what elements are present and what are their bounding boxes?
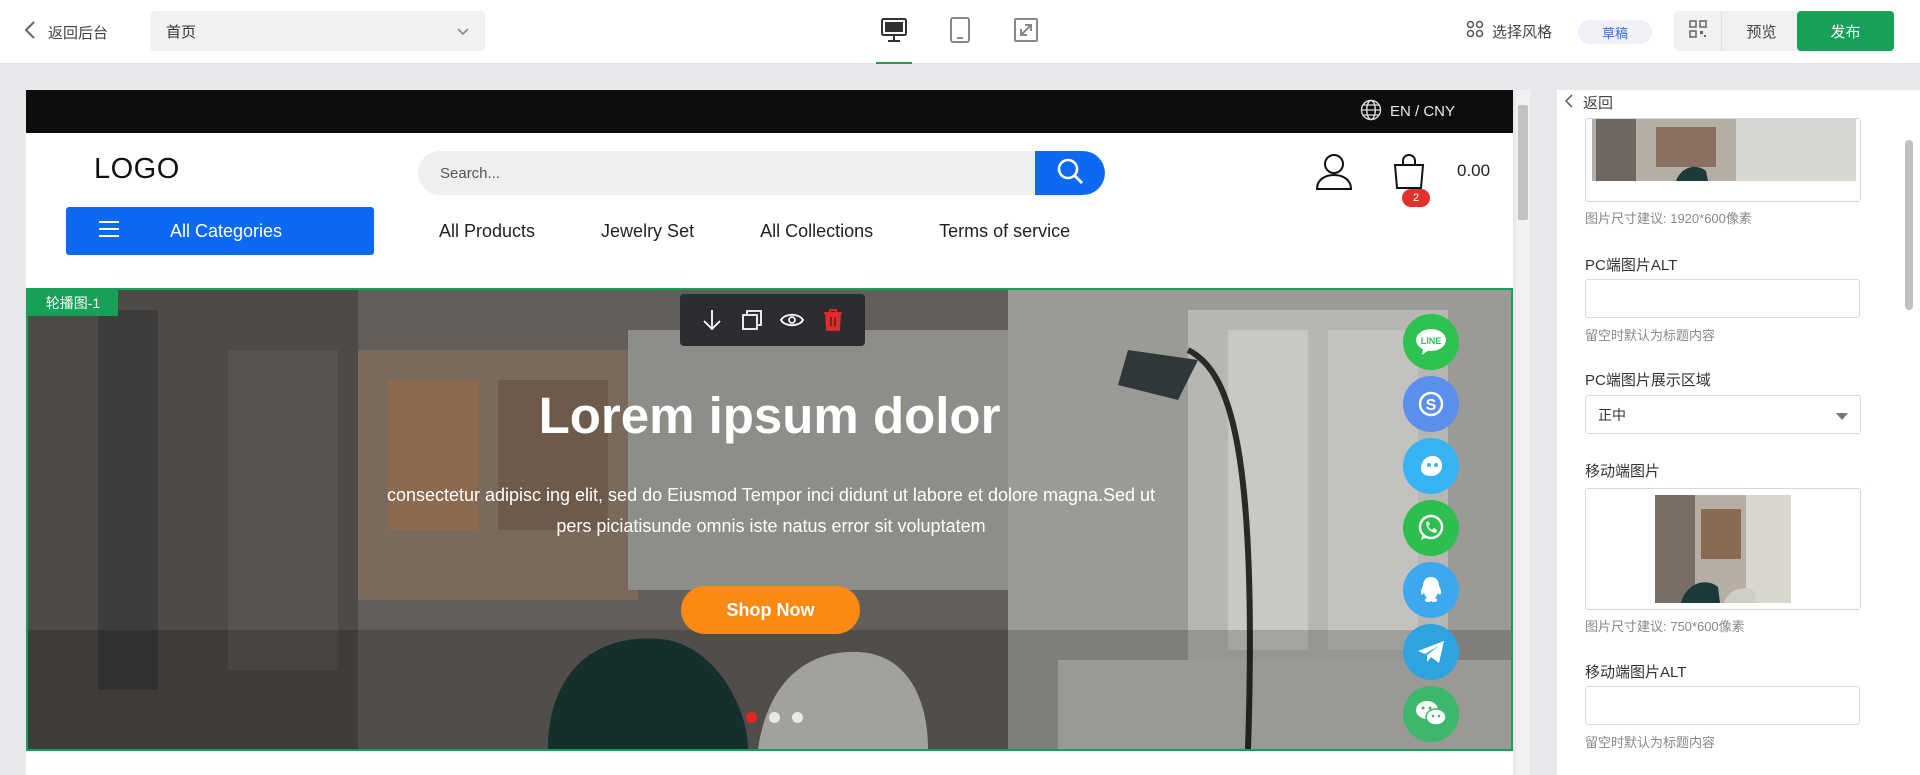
page-select[interactable]: 首页	[150, 11, 485, 51]
publish-button[interactable]: 发布	[1797, 11, 1894, 51]
chevron-left-icon	[24, 20, 36, 44]
svg-text:LINE: LINE	[1421, 336, 1442, 346]
tablet-icon	[948, 16, 972, 49]
mobile-alt-label: 移动端图片ALT	[1585, 664, 1687, 681]
block-toolbar	[680, 294, 865, 346]
preview-button[interactable]: 预览	[1722, 21, 1801, 42]
pc-display-area-select[interactable]: 正中	[1585, 395, 1861, 434]
all-categories-label: All Categories	[170, 220, 283, 241]
pc-alt-hint: 留空时默认为标题内容	[1585, 328, 1716, 343]
desktop-icon	[880, 16, 908, 49]
carousel-dot[interactable]	[746, 712, 757, 723]
panel-back-button[interactable]: 返回	[1564, 92, 1614, 113]
caret-down-icon	[1836, 407, 1848, 423]
block-tag: 轮播图-1	[28, 290, 118, 316]
nav-jewelry-set[interactable]: Jewelry Set	[601, 221, 694, 242]
site-logo[interactable]: LOGO	[94, 153, 180, 186]
search-input[interactable]	[418, 151, 1008, 195]
page-select-value: 首页	[166, 23, 197, 41]
globe-icon	[1360, 99, 1382, 125]
mobile-alt-hint: 留空时默认为标题内容	[1585, 735, 1716, 750]
mobile-image-label: 移动端图片	[1585, 463, 1661, 480]
qr-code-icon	[1688, 19, 1707, 43]
pc-image-thumbnail	[1586, 119, 1860, 201]
page-canvas: EN / CNY LOGO 2 0.00 All Categories	[26, 90, 1513, 775]
preview-group: 预览	[1674, 11, 1801, 51]
pc-display-area-value: 正中	[1598, 406, 1626, 423]
svg-text:S: S	[1426, 397, 1437, 414]
device-switcher	[876, 0, 1044, 64]
chevron-left-icon	[1564, 93, 1573, 112]
search-button[interactable]	[1035, 151, 1105, 195]
desktop-view-button[interactable]	[876, 0, 912, 64]
pc-alt-input[interactable]	[1585, 279, 1860, 318]
chevron-down-icon	[457, 23, 469, 40]
settings-panel: 返回 图片尺寸建议: 1920*600像素 PC端图片ALT 留空时默认为标题内…	[1557, 90, 1920, 775]
back-to-admin-button[interactable]: 返回后台	[24, 20, 108, 44]
mobile-alt-input[interactable]	[1585, 686, 1860, 725]
carousel-indicators	[746, 712, 803, 723]
back-to-admin-label: 返回后台	[48, 24, 109, 42]
pc-image-size-hint: 图片尺寸建议: 1920*600像素	[1585, 211, 1752, 226]
site-header: LOGO 2 0.00	[26, 133, 1513, 207]
wechat-icon[interactable]	[1403, 686, 1459, 742]
panel-back-label: 返回	[1583, 95, 1614, 112]
panel-scrollbar[interactable]	[1905, 140, 1913, 310]
qr-code-button[interactable]	[1674, 11, 1722, 51]
cart-total: 0.00	[1457, 161, 1491, 180]
nav-all-collections[interactable]: All Collections	[760, 221, 873, 242]
choose-style-label: 选择风格	[1492, 23, 1553, 41]
mobile-image-thumbnail	[1586, 489, 1860, 609]
eye-icon[interactable]	[780, 311, 805, 329]
fullscreen-icon	[1012, 16, 1040, 49]
choose-style-button[interactable]: 选择风格	[1466, 20, 1552, 42]
pc-image-upload[interactable]	[1585, 118, 1861, 202]
pc-alt-label: PC端图片ALT	[1585, 257, 1678, 274]
skype-icon[interactable]: S	[1403, 376, 1459, 432]
shop-now-button[interactable]: Shop Now	[681, 586, 860, 634]
status-badge: 草稿	[1578, 20, 1652, 44]
grid-icon	[1466, 20, 1484, 42]
carousel-dot[interactable]	[792, 712, 803, 723]
carousel-dot[interactable]	[769, 712, 780, 723]
locale-switcher[interactable]: EN / CNY	[1390, 103, 1455, 120]
fullscreen-view-button[interactable]	[1008, 0, 1044, 64]
canvas-scrollbar-thumb[interactable]	[1518, 105, 1528, 220]
main-navigation: All Categories All Products Jewelry Set …	[26, 203, 1513, 265]
qq-icon[interactable]	[1403, 562, 1459, 618]
user-account-icon[interactable]	[1314, 153, 1354, 196]
nav-terms-of-service[interactable]: Terms of service	[939, 221, 1070, 242]
telegram-icon[interactable]	[1403, 624, 1459, 680]
messenger-bot-icon[interactable]	[1403, 438, 1459, 494]
pc-display-area-label: PC端图片展示区域	[1585, 372, 1711, 389]
banner-subtitle: consectetur adipisc ing elit, sed do Eiu…	[386, 485, 1156, 536]
copy-icon[interactable]	[741, 309, 763, 331]
hero-carousel[interactable]: 轮播图-1 Lorem ipsum dolor consectetur adip…	[26, 288, 1513, 751]
move-down-icon[interactable]	[701, 308, 723, 332]
tablet-view-button[interactable]	[942, 0, 978, 64]
mobile-image-upload[interactable]	[1585, 488, 1861, 610]
canvas-scrollbar[interactable]	[1516, 90, 1530, 775]
nav-all-products[interactable]: All Products	[439, 221, 535, 242]
all-categories-button[interactable]: All Categories	[66, 207, 374, 255]
menu-icon	[98, 220, 120, 243]
search-icon	[1056, 157, 1084, 190]
mobile-image-size-hint: 图片尺寸建议: 750*600像素	[1585, 619, 1745, 634]
editor-toolbar: 返回后台 首页 选择风格 草稿 预览 发布	[0, 0, 1920, 64]
delete-icon[interactable]	[822, 308, 844, 332]
search-bar	[418, 151, 1105, 195]
whatsapp-icon[interactable]	[1403, 500, 1459, 556]
social-contact-buttons: LINE S	[1403, 314, 1459, 742]
line-icon[interactable]: LINE	[1403, 314, 1459, 370]
banner-title: Lorem ipsum dolor	[538, 387, 1001, 444]
announcement-bar: EN / CNY	[26, 90, 1513, 133]
